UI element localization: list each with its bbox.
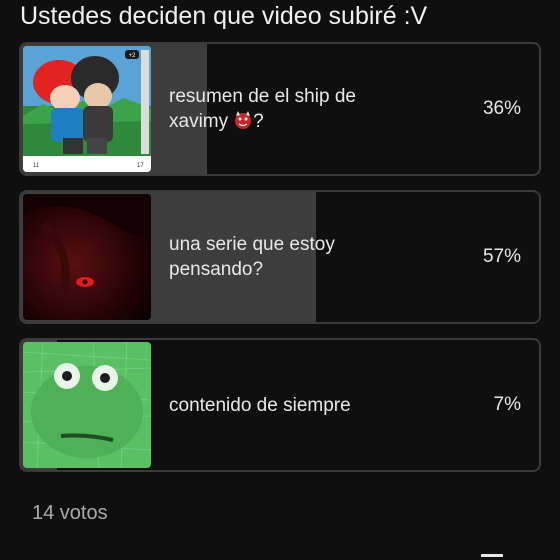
- poll-option-label: una serie que estoy pensando?: [169, 192, 409, 322]
- poll-option-percent: 57%: [482, 246, 521, 267]
- poll-option-label: resumen de el ship de xavimy?: [169, 44, 409, 174]
- poll-option-percent: 7%: [493, 394, 521, 415]
- poll-option-series[interactable]: una serie que estoy pensando? 57%: [19, 190, 541, 324]
- poll-option-usual-content[interactable]: contenido de siempre 7%: [19, 338, 541, 472]
- option-thumbnail-ship-drawing: +2 11 17: [23, 46, 151, 172]
- poll-option-ship-summary[interactable]: +2 11 17 resumen de el ship de xavimy? 3…: [19, 42, 541, 176]
- option-text-suffix: ?: [253, 111, 264, 132]
- poll-option-percent: 36%: [482, 98, 521, 119]
- thumb-like-count: 11: [33, 163, 40, 169]
- option-text: contenido de siempre: [169, 394, 351, 416]
- vote-count: 14 votos: [32, 502, 108, 524]
- poll-question: Ustedes deciden que video subiré :V: [20, 2, 428, 30]
- thumb-comment-count: 17: [137, 163, 144, 169]
- option-thumbnail-green-frog: [23, 342, 151, 468]
- poll-option-label: contenido de siempre: [169, 340, 409, 470]
- ogre-emoji-icon: [235, 111, 252, 129]
- menu-bar-icon: [481, 554, 503, 557]
- option-text: una serie que estoy pensando?: [169, 234, 335, 280]
- thumb-badge: +2: [129, 53, 137, 59]
- option-thumbnail-dark-red-eye: [23, 194, 151, 320]
